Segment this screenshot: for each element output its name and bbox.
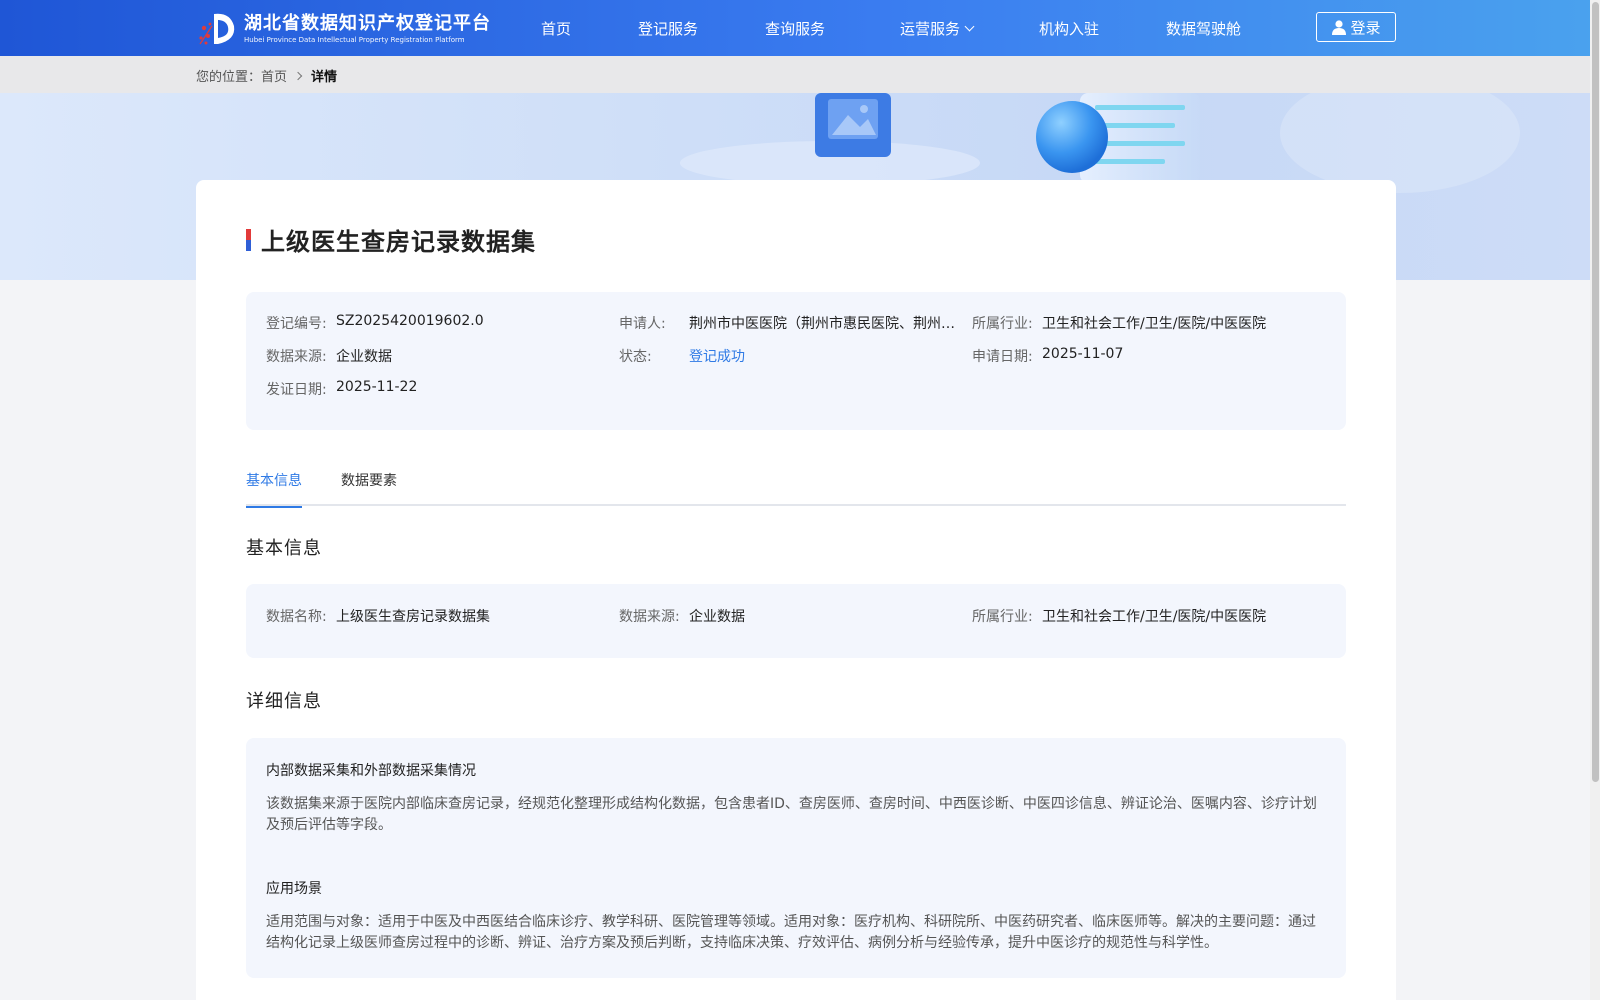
chevron-down-icon	[964, 21, 975, 32]
login-button[interactable]: 登录	[1316, 12, 1396, 42]
detail-info-heading: 详细信息	[246, 691, 322, 712]
logo-title-cn: 湖北省数据知识产权登记平台	[244, 13, 491, 34]
basic-industry-label: 所属行业:	[972, 609, 1033, 625]
page-scrollbar-thumb[interactable]	[1592, 2, 1599, 782]
scenario-heading: 应用场景	[266, 881, 322, 897]
reg-no-value: SZ2025420019602.0	[336, 313, 484, 329]
collection-heading: 内部数据采集和外部数据采集情况	[266, 763, 476, 779]
basic-source: 数据来源: 企业数据	[619, 606, 745, 626]
cert-date-value: 2025-11-22	[336, 379, 418, 395]
status-badge: 登记成功	[689, 349, 745, 365]
apply-date-value: 2025-11-07	[1042, 346, 1124, 362]
nav-registration-service[interactable]: 登记服务	[638, 18, 698, 39]
detail-tabs: 基本信息 数据要素	[246, 470, 1346, 508]
summary-source: 数据来源: 企业数据	[266, 346, 392, 366]
apply-date-label: 申请日期:	[972, 349, 1033, 365]
basic-info-panel: 数据名称: 上级医生查房记录数据集 数据来源: 企业数据 所属行业: 卫生和社会…	[246, 584, 1346, 658]
detail-info-panel: 内部数据采集和外部数据采集情况 该数据集来源于医院内部临床查房记录，经规范化整理…	[246, 738, 1346, 978]
nav-operation-service[interactable]: 运营服务	[900, 18, 975, 39]
source-value: 企业数据	[336, 349, 392, 365]
nav-query-label: 查询服务	[765, 20, 826, 38]
nav-query-service[interactable]: 查询服务	[765, 18, 825, 39]
summary-panel: 登记编号: SZ2025420019602.0 申请人: 荆州市中医医院（荆州市…	[246, 292, 1346, 430]
nav-home-label: 首页	[541, 20, 572, 38]
industry-value: 卫生和社会工作/卫生/医院/中医医院	[1042, 316, 1267, 332]
page-title: 上级医生查房记录数据集	[261, 228, 536, 256]
logo-emblem-icon	[196, 10, 240, 48]
breadcrumb-current: 详情	[311, 70, 338, 85]
basic-source-label: 数据来源:	[619, 609, 680, 625]
basic-industry: 所属行业: 卫生和社会工作/卫生/医院/中医医院	[972, 606, 1266, 626]
nav-cockpit-label: 数据驾驶舱	[1166, 20, 1242, 38]
page-title-row: 上级医生查房记录数据集	[246, 222, 536, 257]
nav-institution-entry[interactable]: 机构入驻	[1039, 18, 1099, 39]
summary-applicant: 申请人: 荆州市中医医院（荆州市惠民医院、荆州…	[619, 313, 955, 333]
title-accent-icon	[246, 228, 251, 251]
summary-reg-no: 登记编号: SZ2025420019602.0	[266, 313, 484, 333]
nav-home[interactable]: 首页	[541, 18, 571, 39]
basic-name: 数据名称: 上级医生查房记录数据集	[266, 606, 490, 626]
nav-data-cockpit[interactable]: 数据驾驶舱	[1166, 18, 1241, 39]
platform-logo[interactable]: 湖北省数据知识产权登记平台 Hubei Province Data Intell…	[196, 10, 491, 48]
source-label: 数据来源:	[266, 349, 327, 365]
scenario-text: 适用范围与对象：适用于中医及中西医结合临床诊疗、教学科研、医院管理等领域。适用对…	[266, 914, 1316, 951]
nav-operation-label: 运营服务	[900, 20, 961, 38]
nav-registration-label: 登记服务	[638, 20, 699, 38]
applicant-value: 荆州市中医医院（荆州市惠民医院、荆州…	[689, 316, 955, 332]
basic-source-value: 企业数据	[689, 609, 745, 625]
basic-industry-value: 卫生和社会工作/卫生/医院/中医医院	[1042, 609, 1267, 625]
top-navigation-bar: 湖北省数据知识产权登记平台 Hubei Province Data Intell…	[0, 0, 1600, 56]
industry-label: 所属行业:	[972, 316, 1033, 332]
breadcrumb-prefix: 您的位置：	[196, 70, 262, 85]
user-icon	[1332, 20, 1347, 35]
detail-card: 上级医生查房记录数据集 登记编号: SZ2025420019602.0 申请人:…	[196, 180, 1396, 1000]
logo-title-en: Hubei Province Data Intellectual Propert…	[244, 36, 465, 44]
data-name-label: 数据名称:	[266, 609, 327, 625]
breadcrumb-bar: 您的位置： 首页 详情	[0, 56, 1590, 93]
summary-cert-date: 发证日期: 2025-11-22	[266, 379, 417, 399]
summary-industry: 所属行业: 卫生和社会工作/卫生/医院/中医医院	[972, 313, 1266, 333]
status-label: 状态:	[619, 349, 652, 365]
nav-institution-label: 机构入驻	[1039, 20, 1100, 38]
breadcrumb-home-link[interactable]: 首页	[261, 66, 287, 85]
summary-status: 状态: 登记成功	[619, 346, 745, 366]
login-label: 登录	[1350, 18, 1381, 37]
breadcrumb: 您的位置： 首页 详情	[196, 66, 337, 85]
tab-data-elements[interactable]: 数据要素	[341, 470, 397, 506]
applicant-label: 申请人:	[619, 316, 666, 332]
data-name-value: 上级医生查房记录数据集	[336, 609, 490, 625]
chevron-right-icon	[293, 71, 303, 80]
tab-basic-info[interactable]: 基本信息	[246, 470, 302, 508]
collection-text: 该数据集来源于医院内部临床查房记录，经规范化整理形成结构化数据，包含患者ID、查…	[266, 796, 1317, 833]
basic-info-heading: 基本信息	[246, 538, 322, 559]
cert-date-label: 发证日期:	[266, 382, 327, 398]
reg-no-label: 登记编号:	[266, 316, 327, 332]
summary-apply-date: 申请日期: 2025-11-07	[972, 346, 1123, 366]
